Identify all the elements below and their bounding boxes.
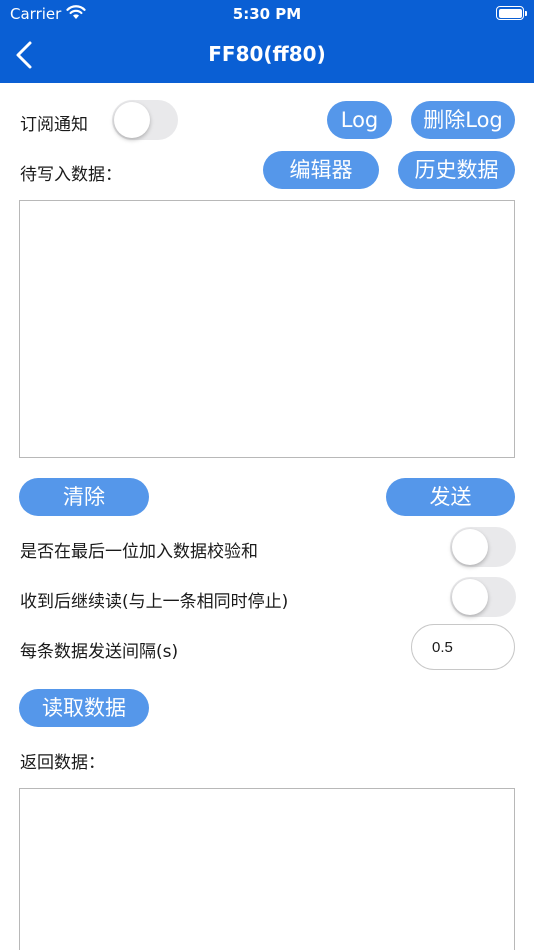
status-bar: Carrier 5:30 PM: [0, 0, 534, 28]
delete-log-button[interactable]: 删除Log: [411, 101, 515, 139]
continue-read-toggle[interactable]: [450, 577, 516, 617]
send-interval-label: 每条数据发送间隔(s): [20, 642, 179, 662]
navigation-bar: Carrier 5:30 PM FF80(ff80): [0, 0, 534, 83]
subscribe-toggle[interactable]: [112, 100, 178, 140]
battery-icon: [496, 6, 527, 20]
subscribe-label: 订阅通知: [20, 115, 88, 135]
send-button[interactable]: 发送: [386, 478, 515, 516]
log-button[interactable]: Log: [327, 101, 392, 139]
write-data-label: 待写入数据：: [20, 165, 122, 185]
read-data-button[interactable]: 读取数据: [19, 689, 149, 727]
response-data-label: 返回数据：: [20, 753, 105, 773]
toggle-knob: [452, 579, 488, 615]
send-interval-input[interactable]: [411, 624, 515, 670]
checksum-toggle[interactable]: [450, 527, 516, 567]
write-data-textarea[interactable]: [19, 200, 515, 458]
toggle-knob: [452, 529, 488, 565]
page-title: FF80(ff80): [208, 42, 326, 66]
response-data-textarea[interactable]: [19, 788, 515, 950]
editor-button[interactable]: 编辑器: [263, 151, 379, 189]
clock: 5:30 PM: [232, 5, 302, 23]
clear-button[interactable]: 清除: [19, 478, 149, 516]
continue-read-label: 收到后继续读(与上一条相同时停止): [20, 592, 289, 612]
toggle-knob: [114, 102, 150, 138]
checksum-label: 是否在最后一位加入数据校验和: [20, 542, 258, 562]
history-data-button[interactable]: 历史数据: [398, 151, 515, 189]
